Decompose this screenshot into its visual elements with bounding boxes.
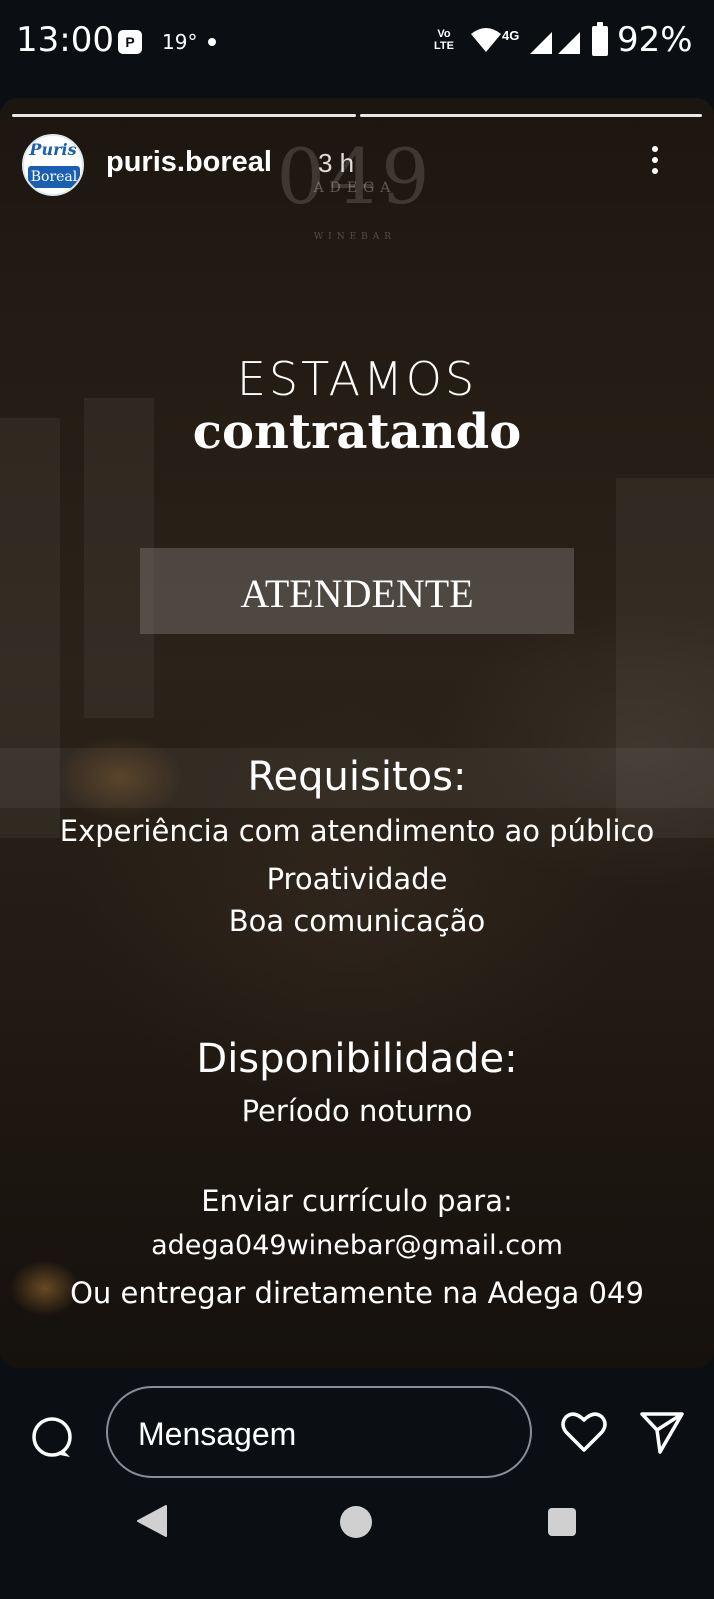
home-icon[interactable] <box>340 1506 372 1538</box>
notification-dot-icon <box>208 38 216 46</box>
volte-icon: Vo LTE <box>434 28 454 52</box>
message-placeholder: Mensagem <box>138 1416 297 1452</box>
role-banner: ATENDENTE <box>140 548 574 634</box>
adega-logo-name: ADEGA <box>313 180 397 196</box>
role-title: ATENDENTE <box>240 571 474 616</box>
story-username[interactable]: puris.boreal <box>106 146 272 179</box>
availability-title: Disponibilidade: <box>196 1036 518 1082</box>
story-viewer[interactable]: Puris Boreal 049 ADEGA WINEBAR puris.bor… <box>0 98 714 1368</box>
headline-light: ESTAMOS <box>236 352 478 406</box>
adega-logo-subtitle: WINEBAR <box>313 232 397 242</box>
more-options-icon[interactable] <box>650 146 660 182</box>
send-icon[interactable] <box>638 1408 686 1456</box>
reply-bar: Mensagem <box>0 1368 714 1599</box>
pi-icon: P <box>118 30 142 54</box>
heart-icon[interactable] <box>560 1408 608 1456</box>
headline-bold: contratando <box>192 404 522 460</box>
battery-percent: 92% <box>617 20 693 60</box>
status-temperature: 19° <box>162 30 198 54</box>
battery-icon <box>592 22 608 56</box>
wifi-icon <box>471 28 501 52</box>
requirements-title: Requisitos: <box>247 754 467 800</box>
network-type: 4G <box>502 28 520 43</box>
availability-value: Período noturno <box>241 1094 473 1128</box>
message-input[interactable]: Mensagem <box>106 1386 532 1478</box>
recents-icon[interactable] <box>548 1508 576 1536</box>
status-time: 13:00 <box>16 20 114 60</box>
contact-alternative: Ou entregar diretamente na Adega 049 <box>70 1276 644 1310</box>
contact-email: adega049winebar@gmail.com <box>151 1230 563 1261</box>
signal-icon <box>558 32 580 54</box>
requirement-item: Boa comunicação <box>228 904 486 938</box>
signal-icon <box>530 32 552 54</box>
reply-camera-icon[interactable] <box>30 1416 74 1460</box>
adega-logo-number: 049 <box>276 132 434 221</box>
contact-title: Enviar currículo para: <box>201 1184 513 1218</box>
status-bar: 13:00 P 19° Vo LTE 4G 92% <box>0 0 714 84</box>
requirement-item: Proatividade <box>266 862 448 896</box>
story-progress-segment <box>12 114 356 117</box>
requirement-item: Experiência com atendimento ao público <box>59 814 655 848</box>
back-icon[interactable] <box>136 1504 168 1538</box>
avatar[interactable]: Puris Boreal <box>22 134 84 196</box>
story-time-ago: 3 h <box>318 148 355 178</box>
story-progress-segment <box>360 114 702 117</box>
